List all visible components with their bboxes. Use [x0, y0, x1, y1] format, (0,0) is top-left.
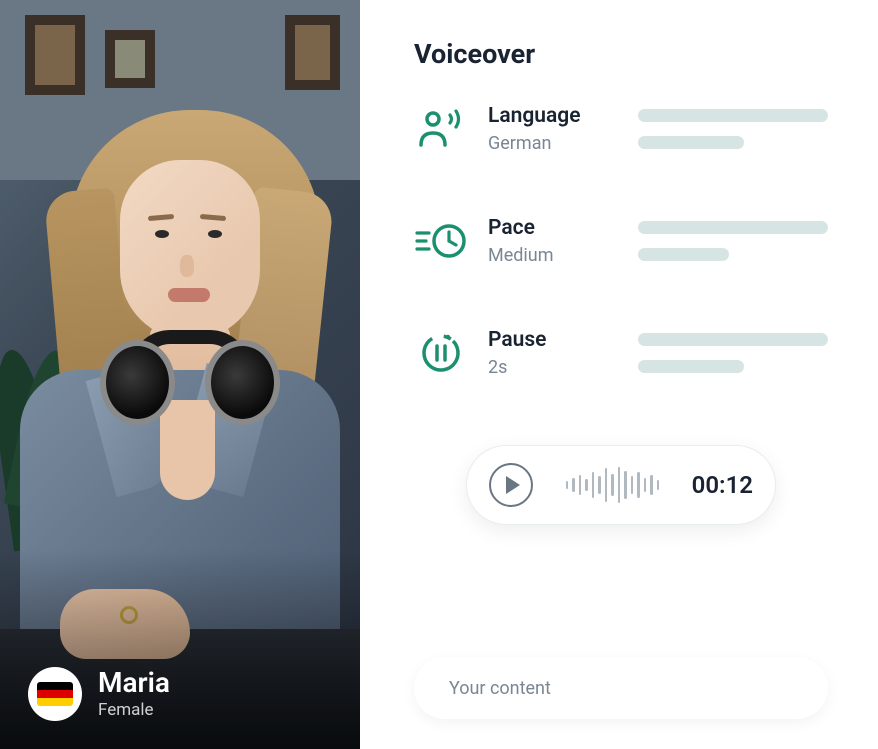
play-button[interactable] — [489, 463, 533, 507]
pace-label: Pace — [488, 216, 618, 241]
voice-gender: Female — [98, 700, 170, 720]
pause-value: 2s — [488, 357, 618, 378]
player-time: 00:12 — [692, 471, 753, 499]
germany-flag-icon — [28, 667, 82, 721]
waveform-display[interactable] — [551, 465, 674, 505]
language-setting[interactable]: Language German — [414, 102, 828, 156]
pause-circle-icon — [414, 326, 468, 380]
clock-speed-icon — [414, 214, 468, 268]
skeleton-placeholder — [638, 109, 828, 149]
skeleton-placeholder — [638, 333, 828, 373]
pace-setting[interactable]: Pace Medium — [414, 214, 828, 268]
speaking-person-icon — [414, 102, 468, 156]
language-value: German — [488, 133, 618, 154]
language-label: Language — [488, 104, 618, 129]
pace-value: Medium — [488, 245, 618, 266]
audio-player: 00:12 — [466, 445, 776, 525]
pause-label: Pause — [488, 328, 618, 353]
skeleton-placeholder — [638, 221, 828, 261]
content-input[interactable]: Your content — [414, 657, 828, 719]
voiceover-settings-panel: Voiceover Language German — [360, 0, 878, 749]
pause-setting[interactable]: Pause 2s — [414, 326, 828, 380]
play-icon — [506, 476, 520, 494]
voice-avatar-photo — [0, 0, 360, 749]
panel-title: Voiceover — [414, 38, 828, 70]
voice-name: Maria — [98, 668, 170, 699]
content-input-placeholder: Your content — [449, 678, 551, 699]
voice-profile-panel: Maria Female — [0, 0, 360, 749]
